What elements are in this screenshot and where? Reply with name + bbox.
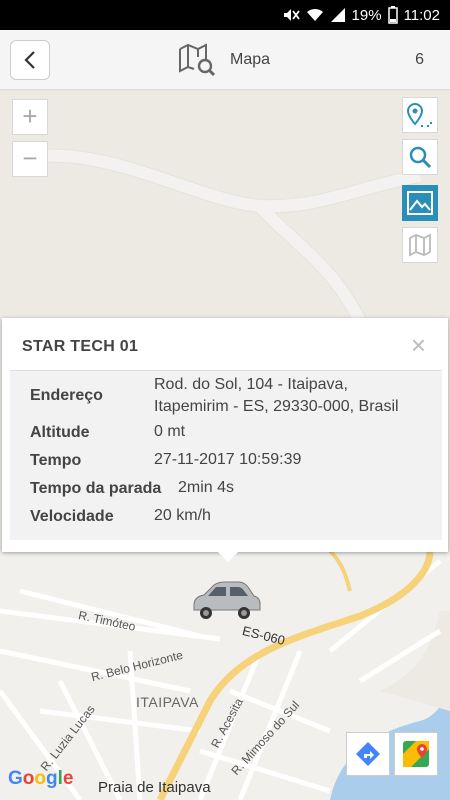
detail-value: Rod. do Sol, 104 - Itaipava, Itapemirim …: [154, 376, 399, 415]
battery-icon: [387, 6, 398, 24]
clock: 11:02: [403, 6, 440, 24]
map-type-button[interactable]: [402, 227, 438, 263]
zoom-out-button[interactable]: −: [12, 141, 48, 177]
search-button[interactable]: [402, 139, 438, 175]
google-maps-icon: [403, 741, 429, 767]
wifi-icon: [306, 8, 323, 21]
status-bar: 19% 11:02: [0, 0, 450, 30]
detail-label: Tempo: [30, 452, 82, 469]
search-icon: [409, 146, 432, 169]
detail-label: Altitude: [30, 424, 90, 441]
place-label: Praia de Itaipava: [98, 779, 211, 796]
terrain-button[interactable]: [402, 185, 438, 221]
popup-details: Endereço Rod. do Sol, 104 - Itaipava, It…: [10, 370, 442, 540]
directions-button[interactable]: [346, 732, 390, 776]
detail-label: Tempo da parada: [30, 480, 162, 497]
map-icon: [409, 233, 431, 257]
popup-pointer: [218, 552, 238, 562]
vehicle-info-popup: STAR TECH 01 × Endereço Rod. do Sol, 104…: [2, 318, 448, 562]
terrain-icon: [407, 191, 433, 215]
detail-label: Velocidade: [30, 508, 114, 525]
route-button[interactable]: [402, 97, 438, 133]
chevron-left-icon: [24, 51, 35, 69]
detail-value: 0 mt: [154, 423, 186, 440]
signal-icon: [330, 8, 345, 22]
map-search-icon: [179, 43, 216, 77]
detail-value: 20 km/h: [154, 507, 211, 524]
google-logo: Google: [8, 768, 74, 789]
car-marker-icon[interactable]: [188, 575, 262, 623]
back-button[interactable]: [10, 40, 50, 80]
route-pin-icon: [406, 103, 432, 127]
page-title: Mapa: [178, 42, 270, 78]
google-maps-button[interactable]: [394, 732, 438, 776]
district-label: ITAIPAVA: [136, 694, 199, 710]
title-text: Mapa: [230, 51, 271, 68]
zoom-in-button[interactable]: +: [12, 99, 48, 135]
detail-label: Endereço: [30, 387, 103, 404]
mute-icon: [283, 9, 300, 21]
directions-icon: [356, 742, 380, 766]
vehicle-count: 6: [415, 51, 424, 68]
battery-percent: 19%: [351, 6, 382, 24]
close-icon[interactable]: ×: [411, 332, 426, 358]
detail-value: 27-11-2017 10:59:39: [154, 451, 302, 468]
detail-value: 2min 4s: [178, 479, 235, 496]
app-header: Mapa 6: [0, 30, 450, 90]
popup-title: STAR TECH 01: [22, 338, 139, 355]
